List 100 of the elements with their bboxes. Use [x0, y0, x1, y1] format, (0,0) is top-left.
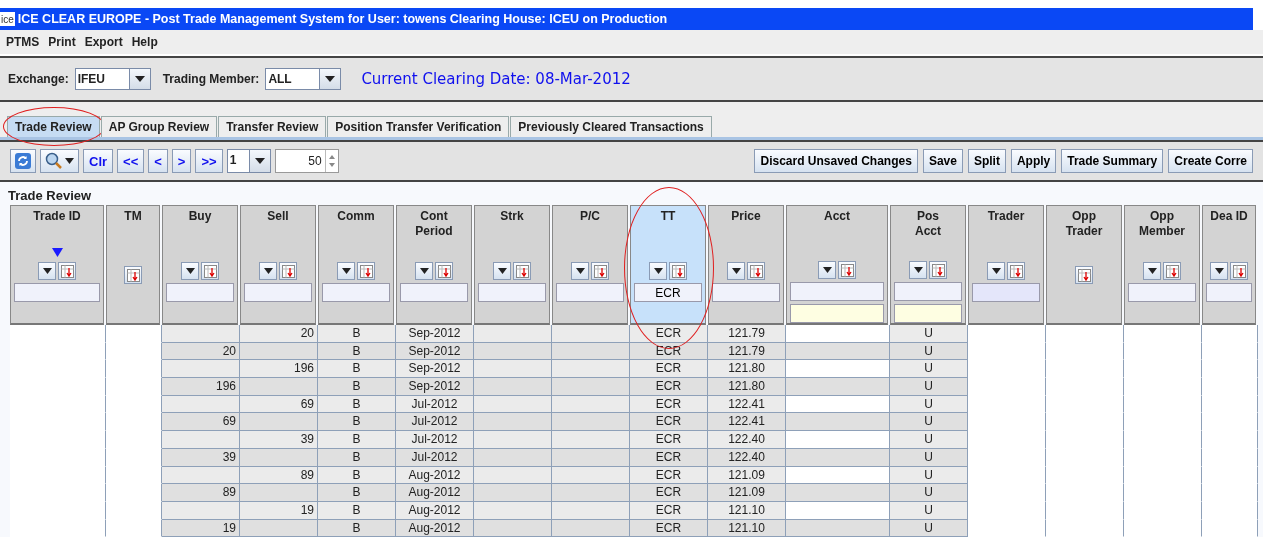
- tab[interactable]: Previously Cleared Transactions: [510, 116, 712, 137]
- filter-dropdown-button[interactable]: [987, 262, 1005, 280]
- column-header[interactable]: Trade ID: [10, 205, 104, 325]
- caret-icon: [419, 268, 429, 274]
- filter-field[interactable]: ECR: [634, 283, 702, 302]
- column-header[interactable]: Acct: [786, 205, 888, 325]
- exchange-combo[interactable]: IFEU: [74, 68, 151, 90]
- filter-sheet-button[interactable]: [838, 261, 856, 280]
- filter-dropdown-button[interactable]: [649, 262, 667, 280]
- filter-field[interactable]: [1206, 283, 1252, 302]
- filter-dropdown-button[interactable]: [337, 262, 355, 280]
- action-button[interactable]: Apply: [1010, 149, 1057, 173]
- tab[interactable]: Transfer Review: [218, 116, 327, 137]
- filter-field[interactable]: [712, 283, 780, 302]
- action-button[interactable]: Trade Summary: [1061, 149, 1164, 173]
- caret-icon: [1147, 268, 1157, 274]
- filter-field[interactable]: [322, 283, 390, 302]
- filter-dropdown-button[interactable]: [1143, 262, 1161, 280]
- filter-dropdown-button[interactable]: [493, 262, 511, 280]
- column-label: TM: [123, 209, 143, 225]
- menu-item[interactable]: Print: [48, 35, 76, 49]
- filter-sheet-button[interactable]: [1163, 262, 1181, 280]
- menu-item[interactable]: Help: [131, 35, 158, 49]
- column-header[interactable]: Buy: [162, 205, 238, 325]
- filter-field[interactable]: [972, 283, 1040, 302]
- tab[interactable]: Trade Review: [7, 116, 100, 137]
- table-cell: 69: [162, 413, 240, 432]
- nav-button[interactable]: <<: [117, 149, 145, 173]
- filter-sheet-button[interactable]: [201, 262, 219, 280]
- column-header[interactable]: Opp Member: [1124, 205, 1200, 325]
- column-header[interactable]: TM: [106, 205, 160, 325]
- table-cell: Sep-2012: [396, 325, 474, 343]
- column-header[interactable]: Opp Trader: [1046, 205, 1122, 325]
- filter-sheet-button[interactable]: [747, 262, 765, 280]
- filter-dropdown-button[interactable]: [415, 262, 433, 280]
- filter-sheet-button[interactable]: [1230, 262, 1248, 280]
- filter-sheet-button[interactable]: [1075, 266, 1093, 284]
- member-combo[interactable]: ALL: [265, 68, 342, 90]
- tab[interactable]: AP Group Review: [100, 116, 218, 137]
- filter-sheet-button[interactable]: [513, 262, 531, 280]
- column-header[interactable]: TT ECR: [630, 205, 706, 325]
- filter-sheet-button[interactable]: [591, 262, 609, 280]
- column-header[interactable]: Cont Period: [396, 205, 472, 325]
- table-cell: 121.79: [708, 325, 786, 343]
- filter-sheet-button[interactable]: [435, 262, 453, 280]
- search-button[interactable]: [40, 149, 79, 173]
- nav-button[interactable]: Clr: [83, 149, 114, 173]
- filter-dropdown-button[interactable]: [1210, 262, 1228, 280]
- nav-button[interactable]: <: [148, 149, 168, 173]
- table-cell: ECR: [630, 484, 708, 502]
- page-combo[interactable]: 1: [226, 149, 271, 173]
- filter-sheet-button[interactable]: [357, 262, 375, 280]
- filter-field[interactable]: [1128, 283, 1196, 302]
- filter-dropdown-button[interactable]: [38, 262, 56, 280]
- filter-dropdown-button[interactable]: [727, 262, 745, 280]
- filter-field[interactable]: [166, 283, 234, 302]
- filter-dropdown-button[interactable]: [571, 262, 589, 280]
- filter-field[interactable]: [790, 282, 884, 302]
- table-cell: 122.40: [708, 431, 786, 449]
- refresh-button[interactable]: [10, 149, 36, 173]
- filter-field[interactable]: [478, 283, 546, 302]
- filter-sheet-button[interactable]: [279, 262, 297, 280]
- action-button[interactable]: Split: [967, 149, 1006, 173]
- filter-dropdown-button[interactable]: [181, 262, 199, 280]
- menu-item[interactable]: PTMS: [6, 35, 40, 49]
- filter-sheet-button[interactable]: [929, 261, 947, 280]
- clearing-date: Current Clearing Date: 08-Mar-2012: [361, 70, 631, 88]
- filter-field[interactable]: [400, 283, 468, 302]
- column-header[interactable]: Price: [708, 205, 784, 325]
- filter-field[interactable]: [790, 304, 884, 323]
- filter-sheet-button[interactable]: [58, 262, 76, 280]
- filter-dropdown-button[interactable]: [259, 262, 277, 280]
- column-header[interactable]: Pos Acct: [890, 205, 966, 325]
- tab[interactable]: Position Transfer Verification: [327, 116, 510, 137]
- column-header[interactable]: P/C: [552, 205, 628, 325]
- page-size-spinner[interactable]: 50: [274, 149, 339, 173]
- filter-dropdown-button[interactable]: [818, 261, 836, 280]
- table-cell: 121.09: [708, 484, 786, 502]
- filter-dropdown-button[interactable]: [909, 261, 927, 280]
- column-header[interactable]: Strk: [474, 205, 550, 325]
- filter-field[interactable]: [894, 282, 962, 302]
- filter-sheet-button[interactable]: [1007, 262, 1025, 280]
- column-header[interactable]: Sell: [240, 205, 316, 325]
- action-button[interactable]: Discard Unsaved Changes: [754, 149, 918, 173]
- filter-sheet-button[interactable]: [124, 266, 142, 284]
- filter-field[interactable]: [556, 283, 624, 302]
- caret-icon: [822, 267, 832, 274]
- nav-button[interactable]: >>: [195, 149, 223, 173]
- column-header[interactable]: Trader: [968, 205, 1044, 325]
- sheet-arrow-icon: [749, 264, 763, 278]
- filter-field[interactable]: [894, 304, 962, 323]
- filter-sheet-button[interactable]: [669, 262, 687, 280]
- action-button[interactable]: Create Corre: [1168, 149, 1253, 173]
- filter-field[interactable]: [244, 283, 312, 302]
- column-header[interactable]: Dea ID: [1202, 205, 1256, 325]
- filter-field[interactable]: [14, 283, 100, 302]
- nav-button[interactable]: >: [171, 149, 192, 173]
- menu-item[interactable]: Export: [84, 35, 123, 49]
- column-header[interactable]: Comm: [318, 205, 394, 325]
- action-button[interactable]: Save: [922, 149, 963, 173]
